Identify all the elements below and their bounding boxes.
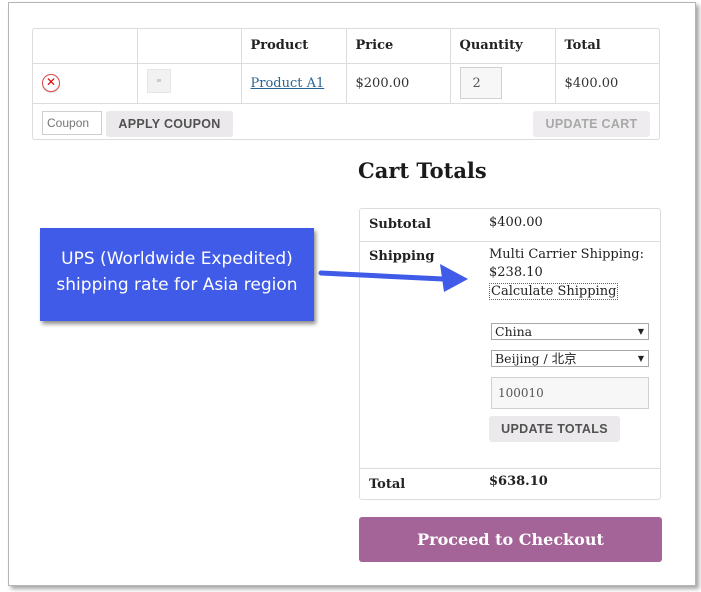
shipping-price: $238.10: [489, 265, 543, 280]
shipping-method: Multi Carrier Shipping:: [489, 247, 644, 262]
quantity-input[interactable]: [459, 67, 502, 99]
quantity-cell: [450, 63, 556, 104]
chevron-down-icon: ▼: [637, 354, 644, 363]
header-remove: [33, 29, 138, 64]
state-select[interactable]: Beijing / 北京 ▼: [491, 350, 649, 367]
total-row: Total $638.10: [360, 468, 660, 500]
cart-actions: APPLY COUPON UPDATE CART: [33, 104, 659, 140]
chevron-down-icon: ▼: [637, 327, 644, 336]
update-totals-button[interactable]: UPDATE TOTALS: [489, 416, 620, 442]
apply-coupon-button[interactable]: APPLY COUPON: [106, 111, 233, 137]
total-cell: $400.00: [555, 63, 659, 104]
callout-line-2: shipping rate for Asia region: [56, 275, 298, 295]
country-select-value: China: [495, 324, 533, 339]
state-select-value: Beijing / 北京: [495, 351, 577, 366]
cart-table: Product Price Quantity Total ✕ Product A…: [32, 28, 660, 140]
postcode-input[interactable]: [491, 377, 649, 409]
cart-totals-title: Cart Totals: [358, 158, 487, 183]
table-row: ✕ Product A1 $200.00 $400.00: [33, 63, 659, 104]
subtotal-label: Subtotal: [369, 217, 431, 232]
remove-icon[interactable]: ✕: [42, 74, 60, 92]
subtotal-row: Subtotal $400.00: [360, 209, 660, 242]
total-label: Total: [369, 477, 406, 492]
subtotal-value: $400.00: [489, 215, 543, 230]
cart-table-header: Product Price Quantity Total: [33, 29, 659, 64]
product-cell: Product A1: [241, 63, 347, 104]
proceed-to-checkout-button[interactable]: Proceed to Checkout: [359, 517, 662, 562]
header-thumbnail: [137, 29, 242, 64]
arrow-right-icon: [318, 264, 468, 292]
header-quantity: Quantity: [450, 29, 556, 64]
header-total: Total: [555, 29, 659, 64]
product-link[interactable]: Product A1: [251, 76, 325, 91]
cart-totals-table: Subtotal $400.00 Shipping Multi Carrier …: [359, 208, 661, 500]
calculate-shipping-link[interactable]: Calculate Shipping: [489, 283, 619, 300]
header-price: Price: [346, 29, 451, 64]
thumbnail-cell: [137, 63, 242, 104]
header-product: Product: [241, 29, 347, 64]
annotation-callout: UPS (Worldwide Expedited) shipping rate …: [40, 228, 314, 321]
product-thumbnail[interactable]: [146, 69, 171, 93]
country-select[interactable]: China ▼: [491, 323, 649, 340]
coupon-input[interactable]: [42, 111, 102, 135]
remove-cell: ✕: [33, 63, 138, 104]
price-cell: $200.00: [346, 63, 451, 104]
update-cart-button[interactable]: UPDATE CART: [533, 111, 650, 137]
callout-line-1: UPS (Worldwide Expedited): [61, 249, 293, 269]
total-value: $638.10: [489, 474, 548, 489]
